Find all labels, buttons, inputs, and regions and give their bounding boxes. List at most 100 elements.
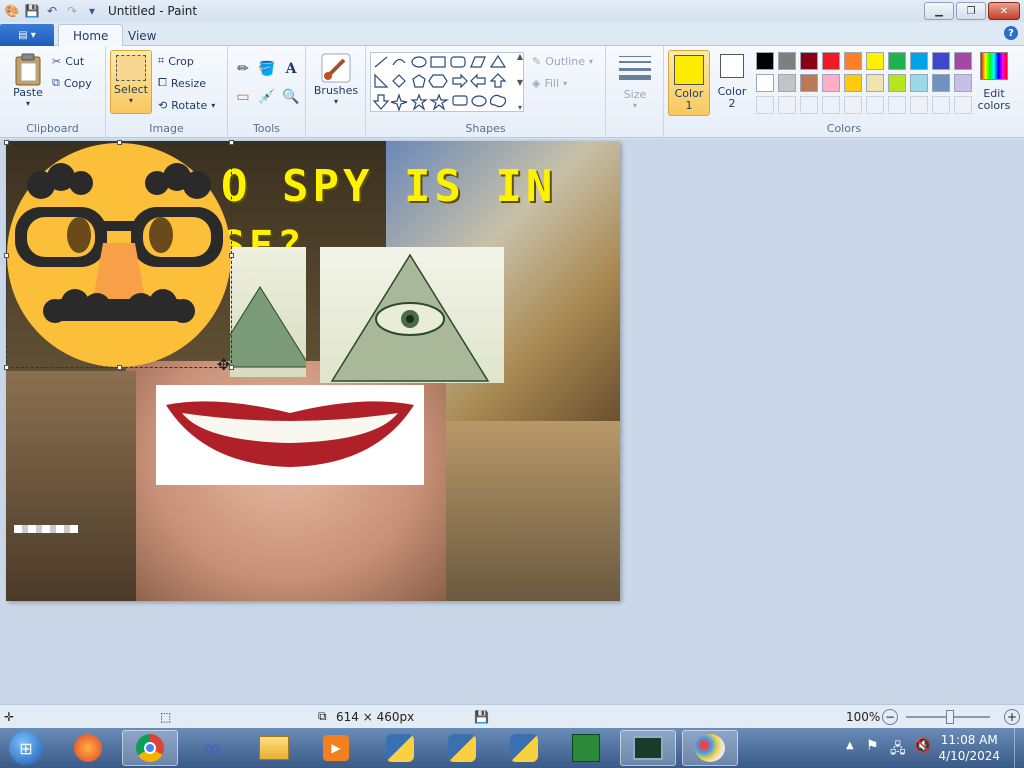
resize-button[interactable]: ⧠ Resize — [158, 73, 206, 93]
palette-swatch[interactable] — [910, 52, 928, 70]
system-clock[interactable]: 11:08 AM 4/10/2024 — [938, 732, 1000, 764]
file-menu-button[interactable]: ▤ ▾ — [0, 24, 54, 46]
eraser-icon[interactable]: ▭ — [232, 86, 254, 108]
selection-handle[interactable] — [229, 140, 234, 145]
outline-button[interactable]: ✎ Outline ▾ — [532, 51, 593, 71]
disguise-face-emoji-icon — [7, 143, 231, 367]
taskbar-explorer[interactable] — [246, 730, 302, 766]
magnifier-icon[interactable]: 🔍 — [280, 86, 302, 108]
chart-app-icon — [572, 734, 600, 762]
close-button[interactable]: ✕ — [988, 2, 1020, 20]
color1-button[interactable]: Color 1 — [668, 50, 710, 116]
network-icon[interactable]: 🖧 — [890, 738, 906, 762]
palette-swatch[interactable] — [866, 52, 884, 70]
cut-button[interactable]: ✂ Cut — [52, 51, 84, 71]
selection-handle[interactable] — [117, 140, 122, 145]
action-center-flag-icon[interactable]: ⚑ — [866, 738, 879, 754]
taskbar-python-2[interactable] — [434, 730, 490, 766]
shapes-gallery-scroll[interactable]: ▲ ▼ ▾ — [514, 52, 526, 112]
palette-swatch[interactable] — [932, 52, 950, 70]
redo-icon[interactable]: ↷ — [64, 3, 80, 19]
palette-swatch[interactable] — [822, 74, 840, 92]
rotate-button[interactable]: ⟲ Rotate ▾ — [158, 95, 215, 115]
taskbar-firefox[interactable] — [60, 730, 116, 766]
taskbar-app-infinity[interactable]: ∞ — [184, 730, 240, 766]
brushes-button[interactable]: Brushes ▾ — [314, 52, 358, 106]
color-picker-icon[interactable]: 💉 — [256, 86, 278, 108]
canvas-area[interactable]: O SPY IS IN SE? ✥ — [0, 139, 1024, 704]
save-icon[interactable]: 💾 — [24, 3, 40, 19]
taskbar-chrome[interactable] — [122, 730, 178, 766]
selection-handle[interactable] — [4, 140, 9, 145]
color1-label-line2: 1 — [685, 99, 693, 112]
palette-swatch[interactable] — [822, 52, 840, 70]
palette-swatch[interactable] — [778, 74, 796, 92]
palette-swatch[interactable] — [932, 74, 950, 92]
tab-view[interactable]: View — [114, 24, 170, 47]
palette-swatch[interactable] — [844, 74, 862, 92]
palette-swatch-empty[interactable] — [910, 96, 928, 114]
palette-swatch[interactable] — [954, 52, 972, 70]
palette-swatch[interactable] — [756, 74, 774, 92]
color2-button[interactable]: Color 2 — [714, 54, 750, 110]
ribbon: Paste ▾ ✂ Cut ⧉ Copy Clipboard Select ▾ … — [0, 46, 1024, 138]
palette-swatch[interactable] — [888, 52, 906, 70]
paint-app-icon[interactable]: 🎨 — [4, 3, 20, 19]
selection-handle[interactable] — [4, 365, 9, 370]
palette-swatch-empty[interactable] — [954, 96, 972, 114]
palette-swatch-empty[interactable] — [888, 96, 906, 114]
firefox-icon — [74, 734, 102, 762]
selection-handle[interactable] — [229, 253, 234, 258]
taskbar-paint[interactable] — [682, 730, 738, 766]
palette-swatch[interactable] — [866, 74, 884, 92]
pencil-icon[interactable]: ✏ — [232, 58, 254, 80]
copy-button[interactable]: ⧉ Copy — [52, 73, 92, 93]
minimize-button[interactable]: ▁ — [924, 2, 954, 20]
selection-handle[interactable] — [117, 365, 122, 370]
palette-swatch-empty[interactable] — [756, 96, 774, 114]
edit-colors-button[interactable]: Edit colors — [976, 52, 1012, 112]
zoom-in-button[interactable]: + — [1004, 708, 1020, 725]
palette-swatch[interactable] — [778, 52, 796, 70]
palette-swatch-empty[interactable] — [844, 96, 862, 114]
size-button[interactable]: Size ▾ — [616, 54, 654, 110]
palette-swatch-empty[interactable] — [866, 96, 884, 114]
taskbar-chart-app[interactable] — [558, 730, 614, 766]
palette-swatch[interactable] — [888, 74, 906, 92]
fill-bucket-icon[interactable]: 🪣 — [256, 58, 278, 80]
select-button[interactable]: Select ▾ — [110, 50, 152, 114]
restore-button[interactable]: ❐ — [956, 2, 986, 20]
palette-swatch-empty[interactable] — [778, 96, 796, 114]
taskbar-python-1[interactable] — [372, 730, 428, 766]
palette-swatch[interactable] — [954, 74, 972, 92]
palette-swatch[interactable] — [756, 52, 774, 70]
start-button[interactable]: ⊞ — [0, 730, 52, 766]
fill-button[interactable]: ◈ Fill ▾ — [532, 73, 567, 93]
palette-swatch[interactable] — [844, 52, 862, 70]
show-desktop-button[interactable] — [1014, 728, 1024, 768]
taskbar-monitor-app[interactable] — [620, 730, 676, 766]
palette-swatch-empty[interactable] — [800, 96, 818, 114]
color2-swatch — [720, 54, 744, 78]
show-hidden-icons[interactable]: ▲ — [846, 740, 854, 751]
customize-qat-icon[interactable]: ▾ — [84, 3, 100, 19]
palette-swatch-empty[interactable] — [822, 96, 840, 114]
volume-muted-icon[interactable]: 🔇 — [914, 738, 931, 754]
selection-box[interactable]: ✥ — [4, 140, 234, 374]
help-icon[interactable]: ? — [1004, 26, 1018, 40]
shapes-group-label: Shapes — [465, 122, 506, 135]
taskbar-python-3[interactable] — [496, 730, 552, 766]
shapes-gallery[interactable] — [370, 52, 524, 112]
selection-handle[interactable] — [4, 253, 9, 258]
paste-button[interactable]: Paste ▾ — [8, 52, 48, 108]
undo-icon[interactable]: ↶ — [44, 3, 60, 19]
text-tool-icon[interactable]: A — [280, 58, 302, 80]
crop-button[interactable]: ⌗ Crop — [158, 51, 194, 71]
palette-swatch[interactable] — [800, 74, 818, 92]
zoom-out-button[interactable]: − — [882, 708, 898, 725]
zoom-slider-thumb[interactable] — [946, 710, 954, 724]
taskbar-media-player[interactable]: ▶ — [308, 730, 364, 766]
palette-swatch[interactable] — [800, 52, 818, 70]
palette-swatch[interactable] — [910, 74, 928, 92]
palette-swatch-empty[interactable] — [932, 96, 950, 114]
